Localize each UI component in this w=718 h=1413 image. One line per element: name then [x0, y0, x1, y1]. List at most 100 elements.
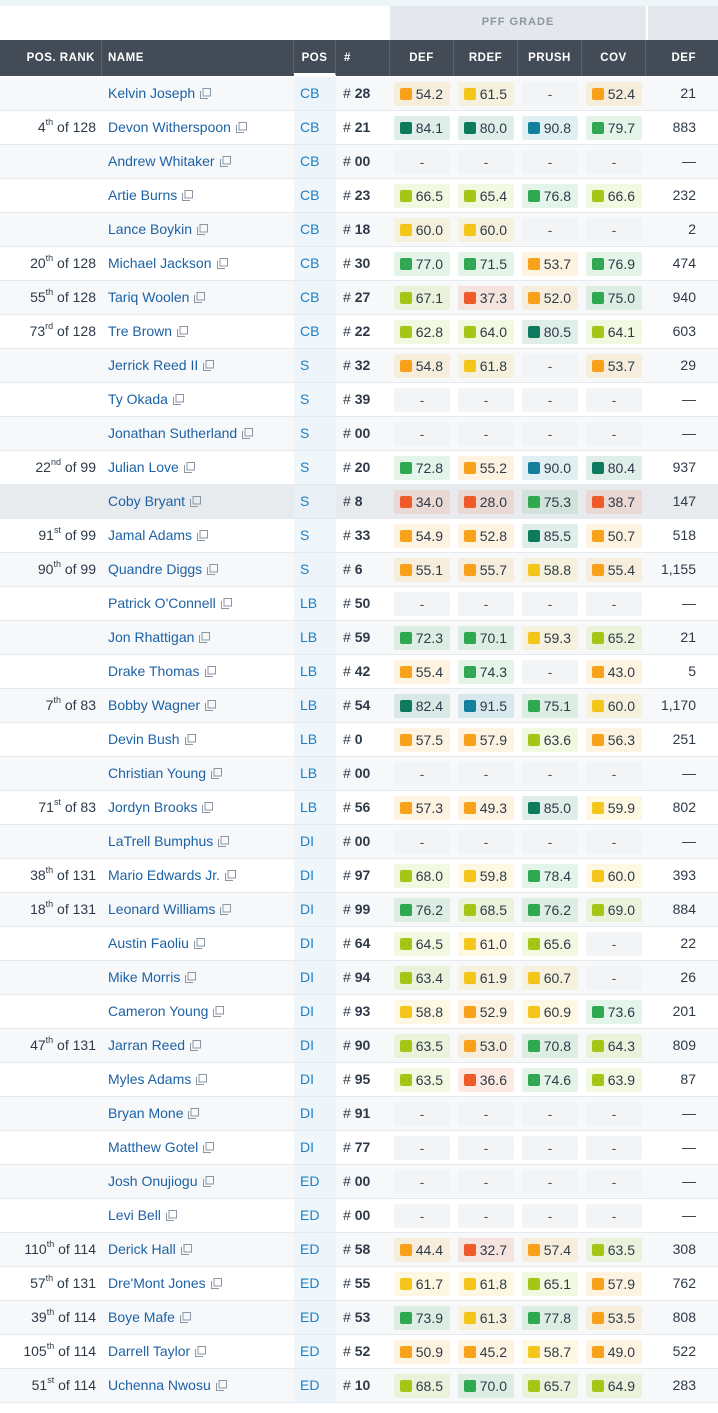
player-name[interactable]: Jamal Adams	[108, 527, 192, 543]
table-row[interactable]: 110th110th of 114 Derick Hall ED # 58 44.4 32…	[0, 1233, 718, 1267]
external-link-icon[interactable]	[179, 1302, 191, 1323]
player-name[interactable]: Drake Thomas	[108, 663, 200, 679]
col-number[interactable]: #	[336, 40, 390, 76]
player-name[interactable]: Bryan Mone	[108, 1105, 183, 1121]
player-name[interactable]: Devon Witherspoon	[108, 119, 231, 135]
player-name-link[interactable]: Jordyn Brooks	[108, 791, 294, 824]
table-row[interactable]: Christian Young LB # 00 - - - - —	[0, 757, 718, 791]
player-name[interactable]: Austin Faoliu	[108, 935, 189, 951]
player-name-link[interactable]: Boye Mafe	[108, 1301, 294, 1334]
external-link-icon[interactable]	[183, 452, 195, 473]
external-link-icon[interactable]	[220, 894, 232, 915]
player-name[interactable]: Jerrick Reed II	[108, 357, 198, 373]
player-name-link[interactable]: Patrick O'Connell	[108, 587, 294, 620]
external-link-icon[interactable]	[182, 180, 194, 201]
table-row[interactable]: 71st71st of 83 Jordyn Brooks LB # 56 57.3 49.…	[0, 791, 718, 825]
col-def-snaps[interactable]: DEF	[646, 40, 704, 76]
table-row[interactable]: Myles Adams DI # 95 63.5 36.6 74.6 63.9 87	[0, 1063, 718, 1097]
player-name-link[interactable]: Kelvin Joseph	[108, 77, 294, 110]
external-link-icon[interactable]	[220, 588, 232, 609]
table-row[interactable]: Bryan Mone DI # 91 - - - - —	[0, 1097, 718, 1131]
player-name-link[interactable]: Christian Young	[108, 757, 294, 790]
table-row[interactable]: 90th90th of 99 Quandre Diggs S # 6 55.1 55.7 5…	[0, 553, 718, 587]
external-link-icon[interactable]	[218, 826, 230, 847]
external-link-icon[interactable]	[235, 112, 247, 133]
external-link-icon[interactable]	[196, 1064, 208, 1085]
table-row[interactable]: 91st91st of 99 Jamal Adams S # 33 54.9 52.8 85…	[0, 519, 718, 553]
external-link-icon[interactable]	[197, 214, 209, 235]
player-name[interactable]: Ty Okada	[108, 391, 168, 407]
col-pos[interactable]: POS	[294, 40, 336, 76]
player-name[interactable]: Jarran Reed	[108, 1037, 185, 1053]
player-name-link[interactable]: LaTrell Bumphus	[108, 825, 294, 858]
external-link-icon[interactable]	[188, 1098, 200, 1119]
player-name-link[interactable]: Coby Bryant	[108, 485, 294, 518]
table-row[interactable]: 105th105th of 114 Darrell Taylor ED # 52 50.…	[0, 1335, 718, 1369]
player-name[interactable]: Devin Bush	[108, 731, 180, 747]
external-link-icon[interactable]	[172, 384, 184, 405]
player-name-link[interactable]: Artie Burns	[108, 179, 294, 212]
player-name-link[interactable]: Jarran Reed	[108, 1029, 294, 1062]
external-link-icon[interactable]	[242, 418, 254, 439]
table-row[interactable]: 51st51st of 114 Uchenna Nwosu ED # 10 68.5 70…	[0, 1369, 718, 1403]
external-link-icon[interactable]	[211, 758, 223, 779]
player-name[interactable]: Artie Burns	[108, 187, 177, 203]
player-name-link[interactable]: Derick Hall	[108, 1233, 294, 1266]
external-link-icon[interactable]	[165, 1200, 177, 1221]
col-def-grade[interactable]: DEF	[390, 40, 454, 76]
player-name[interactable]: Josh Onujiogu	[108, 1173, 198, 1189]
external-link-icon[interactable]	[185, 962, 197, 983]
player-name-link[interactable]: Michael Jackson	[108, 247, 294, 280]
player-name-link[interactable]: Jon Rhattigan	[108, 621, 294, 654]
table-row[interactable]: Matthew Gotel DI # 77 - - - - —	[0, 1131, 718, 1165]
player-name[interactable]: Mario Edwards Jr.	[108, 867, 220, 883]
table-row[interactable]: 73rd73rd of 128 Tre Brown CB # 22 62.8 64.0 80…	[0, 315, 718, 349]
external-link-icon[interactable]	[193, 928, 205, 949]
player-name[interactable]: Mike Morris	[108, 969, 180, 985]
table-row[interactable]: 39th39th of 114 Boye Mafe ED # 53 73.9 61.3 77…	[0, 1301, 718, 1335]
table-row[interactable]: Devin Bush LB # 0 57.5 57.9 63.6 56.3 251	[0, 723, 718, 757]
table-row[interactable]: 7th7th of 83 Bobby Wagner LB # 54 82.4 91.5 75…	[0, 689, 718, 723]
table-row[interactable]: Josh Onujiogu ED # 00 - - - - —	[0, 1165, 718, 1199]
col-name[interactable]: NAME	[102, 40, 294, 76]
external-link-icon[interactable]	[205, 690, 217, 711]
external-link-icon[interactable]	[194, 282, 206, 303]
table-row[interactable]: 20th20th of 128 Michael Jackson CB # 30 77.0…	[0, 247, 718, 281]
external-link-icon[interactable]	[219, 146, 231, 167]
player-name[interactable]: Julian Love	[108, 459, 179, 475]
external-link-icon[interactable]	[202, 1166, 214, 1187]
table-row[interactable]: Andrew Whitaker CB # 00 - - - - —	[0, 145, 718, 179]
player-name-link[interactable]: Cameron Young	[108, 995, 294, 1028]
player-name[interactable]: Derick Hall	[108, 1241, 176, 1257]
player-name-link[interactable]: Quandre Diggs	[108, 553, 294, 586]
player-name-link[interactable]: Josh Onujiogu	[108, 1165, 294, 1198]
external-link-icon[interactable]	[210, 1268, 222, 1289]
external-link-icon[interactable]	[190, 486, 202, 507]
player-name-link[interactable]: Devon Witherspoon	[108, 111, 294, 144]
player-name-link[interactable]: Darrell Taylor	[108, 1335, 294, 1368]
table-row[interactable]: Ty Okada S # 39 - - - - —	[0, 383, 718, 417]
player-name-link[interactable]: Bobby Wagner	[108, 689, 294, 722]
external-link-icon[interactable]	[215, 1370, 227, 1391]
player-name[interactable]: Uchenna Nwosu	[108, 1377, 211, 1393]
table-row[interactable]: Jonathan Sutherland S # 00 - - - - —	[0, 417, 718, 451]
player-name[interactable]: Coby Bryant	[108, 493, 185, 509]
table-row[interactable]: 22nd22nd of 99 Julian Love S # 20 72.8 55.2 90…	[0, 451, 718, 485]
external-link-icon[interactable]	[213, 996, 225, 1017]
player-name-link[interactable]: Uchenna Nwosu	[108, 1369, 294, 1402]
col-prush-grade[interactable]: PRUSH	[518, 40, 582, 76]
table-row[interactable]: Levi Bell ED # 00 - - - - —	[0, 1199, 718, 1233]
player-name-link[interactable]: Leonard Williams	[108, 893, 294, 926]
player-name[interactable]: Lance Boykin	[108, 221, 192, 237]
player-name-link[interactable]: Tre Brown	[108, 315, 294, 348]
player-name-link[interactable]: Ty Okada	[108, 383, 294, 416]
table-row[interactable]: 47th47th of 131 Jarran Reed DI # 90 63.5 53.0…	[0, 1029, 718, 1063]
external-link-icon[interactable]	[177, 316, 189, 337]
player-name-link[interactable]: Austin Faoliu	[108, 927, 294, 960]
player-name-link[interactable]: Levi Bell	[108, 1199, 294, 1232]
player-name-link[interactable]: Andrew Whitaker	[108, 145, 294, 178]
player-name-link[interactable]: Lance Boykin	[108, 213, 294, 246]
col-pos-rank[interactable]: POS. RANK	[0, 40, 102, 76]
player-name[interactable]: Quandre Diggs	[108, 561, 202, 577]
player-name-link[interactable]: Jamal Adams	[108, 519, 294, 552]
